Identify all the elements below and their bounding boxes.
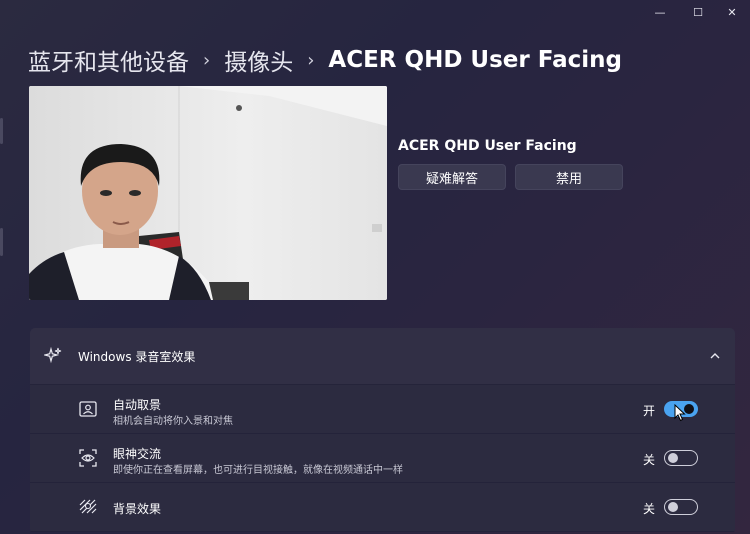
sidebar-edge-indicator — [0, 228, 3, 256]
sidebar-edge-indicator — [0, 118, 3, 144]
portrait-frame-icon — [78, 399, 98, 419]
studio-effects-header[interactable]: Windows 录音室效果 — [30, 328, 735, 385]
close-icon: ✕ — [727, 5, 737, 19]
auto-framing-description: 相机会自动将你入景和对焦 — [113, 416, 233, 427]
maximize-icon: ☐ — [693, 5, 703, 19]
eye-contact-title: 眼神交流 — [113, 447, 162, 461]
chevron-up-icon[interactable] — [705, 346, 725, 366]
camera-preview — [29, 86, 387, 300]
background-effects-toggle[interactable] — [664, 499, 698, 515]
eye-contact-toggle[interactable] — [664, 450, 698, 466]
minimize-button[interactable]: — — [640, 0, 680, 24]
toggle-knob — [668, 452, 678, 463]
breadcrumb-separator: › — [307, 49, 315, 71]
breadcrumb-bluetooth-devices[interactable]: 蓝牙和其他设备 — [28, 43, 189, 77]
background-effects-state: 关 — [643, 502, 656, 516]
minimize-icon: — — [654, 5, 666, 19]
sparkle-icon — [43, 346, 63, 366]
disable-button[interactable]: 禁用 — [515, 164, 623, 190]
background-effects-row: 背景效果 关 — [30, 483, 735, 532]
breadcrumb-cameras[interactable]: 摄像头 — [224, 43, 293, 77]
background-effects-title: 背景效果 — [113, 502, 162, 516]
breadcrumb-separator: › — [203, 49, 211, 71]
eye-contact-icon — [78, 448, 98, 468]
studio-effects-title: Windows 录音室效果 — [78, 350, 196, 364]
troubleshoot-button[interactable]: 疑难解答 — [398, 164, 506, 190]
studio-effects-panel: Windows 录音室效果 自动取景 相机会自动将你入景和对焦 开 眼神交流 即… — [30, 328, 735, 534]
auto-framing-state: 开 — [643, 404, 656, 418]
page-title: ACER QHD User Facing — [328, 47, 622, 73]
eye-contact-state: 关 — [643, 453, 656, 467]
close-button[interactable]: ✕ — [712, 0, 750, 24]
eye-contact-description: 即使你正在查看屏幕，也可进行目视接触，就像在视频通话中一样 — [113, 465, 403, 476]
mouse-cursor — [674, 403, 686, 426]
auto-framing-title: 自动取景 — [113, 398, 162, 412]
auto-framing-row: 自动取景 相机会自动将你入景和对焦 开 — [30, 385, 735, 434]
eye-contact-row: 眼神交流 即使你正在查看屏幕，也可进行目视接触，就像在视频通话中一样 关 — [30, 434, 735, 483]
background-blur-icon — [78, 497, 98, 517]
breadcrumb: 蓝牙和其他设备 › 摄像头 › ACER QHD User Facing — [28, 42, 622, 78]
camera-device-name: ACER QHD User Facing — [398, 138, 577, 154]
toggle-knob — [668, 501, 678, 512]
